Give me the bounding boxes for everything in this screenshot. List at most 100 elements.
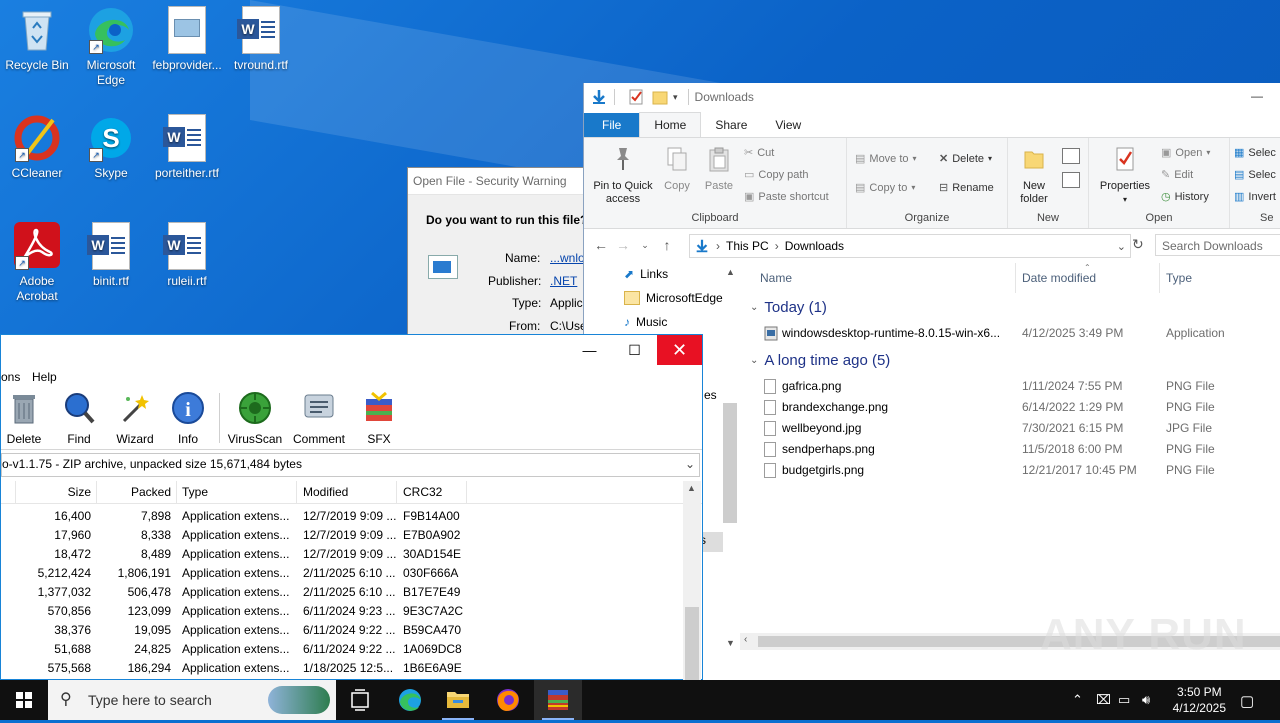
tab-file[interactable]: File bbox=[584, 113, 640, 137]
sfx-tool-button[interactable]: SFX bbox=[357, 391, 401, 446]
copy-button[interactable]: Copy bbox=[658, 146, 696, 193]
table-row[interactable]: 16,400 7,898 Application extens... 12/7/201… bbox=[1, 507, 702, 526]
rename-button[interactable]: ⊟ Rename bbox=[939, 181, 994, 195]
properties-button[interactable]: Properties ▾ bbox=[1095, 146, 1155, 206]
desktop-icon-ccleaner[interactable]: ↗ CCleaner bbox=[0, 114, 74, 181]
table-row[interactable]: 575,568 186,294 Application extens... 1/18/… bbox=[1, 659, 702, 678]
paste-shortcut-button[interactable]: ▣ Paste shortcut bbox=[744, 190, 829, 204]
group-header-today[interactable]: ⌄ Today (1) bbox=[750, 299, 827, 316]
forward-arrow-icon[interactable]: → bbox=[612, 237, 634, 253]
column-header-type[interactable]: Type bbox=[1160, 263, 1280, 293]
taskbar-winrar[interactable] bbox=[534, 680, 582, 720]
select-all-button[interactable]: ▦ Selec bbox=[1234, 146, 1276, 160]
clock[interactable]: 3:50 PM 4/12/2025 bbox=[1173, 684, 1226, 716]
taskbar-firefox[interactable] bbox=[484, 680, 532, 720]
breadcrumb-downloads[interactable]: Downloads bbox=[785, 239, 844, 253]
new-folder-icon[interactable] bbox=[651, 88, 669, 106]
copy-path-button[interactable]: ▭ Copy path bbox=[744, 168, 809, 182]
file-row[interactable]: windowsdesktop-runtime-8.0.15-win-x6... … bbox=[740, 323, 1280, 344]
column-header-size[interactable]: Size bbox=[21, 485, 91, 499]
desktop-icon-skype[interactable]: S ↗ Skype bbox=[74, 114, 148, 181]
scroll-down-icon[interactable]: ▼ bbox=[726, 638, 735, 648]
address-box[interactable]: › This PC › Downloads ⌄ bbox=[689, 234, 1131, 258]
nav-item-music[interactable]: ♪ Music bbox=[624, 315, 667, 329]
column-header-type[interactable]: Type bbox=[182, 485, 208, 499]
desktop-icon-ruleii[interactable]: W ruleii.rtf bbox=[150, 222, 224, 289]
menu-options[interactable]: ons bbox=[1, 365, 20, 389]
chevron-up-icon[interactable]: ⌃ bbox=[1072, 692, 1083, 708]
info-tool-button[interactable]: i Info bbox=[169, 391, 207, 446]
cut-button[interactable]: ✂ Cut bbox=[744, 146, 774, 160]
desktop-icon-edge[interactable]: ↗ Microsoft Edge bbox=[74, 6, 148, 88]
search-input[interactable]: Search Downloads bbox=[1155, 234, 1280, 256]
move-to-button[interactable]: ▤ Move to ▾ bbox=[855, 152, 917, 166]
task-view-button[interactable] bbox=[336, 680, 384, 720]
chevron-down-icon[interactable]: ▾ bbox=[673, 92, 678, 103]
delete-button[interactable]: ✕ Delete ▾ bbox=[939, 152, 992, 166]
desktop-icon-binit[interactable]: W binit.rtf bbox=[74, 222, 148, 289]
table-row[interactable]: 17,960 8,338 Application extens... 12/7/201… bbox=[1, 526, 702, 545]
virusscan-tool-button[interactable]: VirusScan bbox=[227, 391, 283, 446]
file-row[interactable]: budgetgirls.png 12/21/2017 10:45 PM PNG … bbox=[740, 460, 1280, 481]
column-header-name[interactable]: Name bbox=[754, 263, 994, 293]
file-row[interactable]: wellbeyond.jpg 7/30/2021 6:15 PM JPG Fil… bbox=[740, 418, 1280, 439]
desktop-icon-febprovider[interactable]: febprovider... bbox=[150, 6, 224, 73]
desktop-icon-tvround[interactable]: W tvround.rtf bbox=[224, 6, 298, 73]
taskbar-edge[interactable] bbox=[386, 680, 434, 720]
archive-path-bar[interactable]: o-v1.1.75 - ZIP archive, unpacked size 1… bbox=[1, 453, 700, 477]
column-header-packed[interactable]: Packed bbox=[101, 485, 171, 499]
edit-button[interactable]: ✎ Edit bbox=[1161, 168, 1193, 182]
delete-tool-button[interactable]: Delete bbox=[5, 391, 43, 446]
close-button[interactable]: ✕ bbox=[657, 335, 702, 365]
properties-check-icon[interactable] bbox=[627, 88, 645, 106]
maximize-button[interactable]: ☐ bbox=[612, 335, 657, 365]
tab-share[interactable]: Share bbox=[701, 113, 761, 137]
table-row[interactable]: 570,856 123,099 Application extens... 6/11/… bbox=[1, 602, 702, 621]
taskbar-file-explorer[interactable] bbox=[434, 680, 482, 720]
vertical-scrollbar-thumb[interactable] bbox=[685, 607, 699, 681]
desktop-icon-acrobat[interactable]: ↗ Adobe Acrobat bbox=[0, 222, 74, 304]
network-icon[interactable]: ▭ bbox=[1118, 692, 1130, 708]
find-tool-button[interactable]: Find bbox=[59, 391, 99, 446]
breadcrumb-this-pc[interactable]: This PC bbox=[726, 239, 769, 253]
copy-to-button[interactable]: ▤ Copy to ▾ bbox=[855, 181, 915, 195]
table-row[interactable]: 51,688 24,825 Application extens... 6/11/20… bbox=[1, 640, 702, 659]
paste-button[interactable]: Paste bbox=[700, 146, 738, 193]
publisher-link[interactable]: .NET bbox=[550, 274, 577, 288]
back-arrow-icon[interactable]: ← bbox=[590, 237, 612, 253]
scroll-left-icon[interactable]: ‹ bbox=[744, 634, 747, 645]
desktop-icon-porteither[interactable]: W porteither.rtf bbox=[150, 114, 224, 181]
tab-view[interactable]: View bbox=[761, 113, 815, 137]
volume-icon[interactable]: 🔊︎ bbox=[1142, 692, 1150, 708]
nav-item-links[interactable]: ⬈ Links bbox=[624, 267, 668, 281]
history-button[interactable]: ◷ History bbox=[1161, 190, 1209, 204]
tab-home[interactable]: Home bbox=[639, 112, 702, 137]
chevron-down-icon[interactable]: ⌄ bbox=[685, 454, 695, 474]
select-none-button[interactable]: ▤ Selec bbox=[1234, 168, 1276, 182]
desktop-icon-recycle-bin[interactable]: Recycle Bin bbox=[0, 6, 74, 73]
recent-locations-chevron-icon[interactable]: ⌄ bbox=[634, 240, 656, 251]
invert-selection-button[interactable]: ▥ Invert bbox=[1234, 190, 1276, 204]
navpane-scrollbar-thumb[interactable] bbox=[723, 403, 737, 523]
taskbar-search-box[interactable]: ⚲ Type here to search bbox=[48, 680, 336, 720]
menu-help[interactable]: Help bbox=[32, 365, 57, 389]
nav-item-microsoftedge[interactable]: MicrosoftEdge bbox=[624, 291, 723, 305]
name-value[interactable]: ...wnlo bbox=[550, 251, 585, 265]
wizard-tool-button[interactable]: Wizard bbox=[113, 391, 157, 446]
notification-icon[interactable]: ▢ bbox=[1240, 692, 1254, 710]
open-button[interactable]: ▣ Open ▾ bbox=[1161, 146, 1210, 160]
table-row[interactable]: 18,472 8,489 Application extens... 12/7/201… bbox=[1, 545, 702, 564]
table-row[interactable]: 1,377,032 506,478 Application extens... 2/1… bbox=[1, 583, 702, 602]
refresh-icon[interactable]: ↻ bbox=[1132, 236, 1144, 253]
file-row[interactable]: sendperhaps.png 11/5/2018 6:00 PM PNG Fi… bbox=[740, 439, 1280, 460]
start-button[interactable] bbox=[0, 680, 48, 720]
scroll-up-icon[interactable]: ▲ bbox=[726, 267, 735, 277]
table-row[interactable]: 38,376 19,095 Application extens... 6/11/20… bbox=[1, 621, 702, 640]
file-row[interactable]: brandexchange.png 6/14/2022 1:29 PM PNG … bbox=[740, 397, 1280, 418]
comment-tool-button[interactable]: Comment bbox=[289, 391, 349, 446]
down-arrow-icon[interactable] bbox=[590, 88, 608, 106]
new-item-icon[interactable] bbox=[1062, 148, 1080, 164]
up-arrow-icon[interactable]: ↑ bbox=[656, 237, 678, 253]
minimize-button[interactable]: — bbox=[567, 335, 612, 365]
column-header-crc32[interactable]: CRC32 bbox=[403, 485, 442, 499]
